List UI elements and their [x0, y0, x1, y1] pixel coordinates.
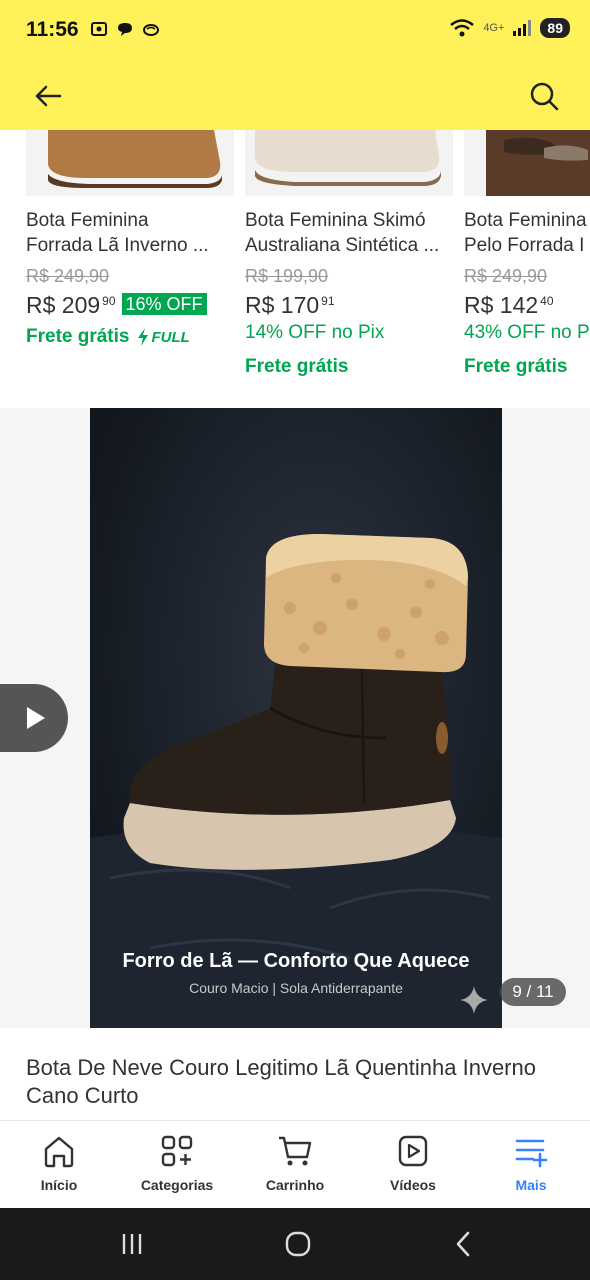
- back-nav-icon[interactable]: [448, 1228, 480, 1260]
- old-price: R$ 249,90: [26, 266, 110, 286]
- video-caption-subtitle: Couro Macio | Sola Antiderrapante: [189, 980, 403, 996]
- nav-cart[interactable]: Carrinho: [236, 1121, 354, 1208]
- full-badge: FULL: [137, 328, 190, 346]
- status-bar: 11:56 4G+ 89: [0, 0, 590, 62]
- categories-icon: [161, 1135, 193, 1167]
- nav-categories[interactable]: Categorias: [118, 1121, 236, 1208]
- status-right: 4G+ 89: [449, 18, 570, 38]
- system-navigation-bar: [0, 1208, 590, 1280]
- lightning-icon: [138, 328, 149, 346]
- recent-apps-icon[interactable]: [116, 1228, 148, 1260]
- product-video[interactable]: Forro de Lã — Conforto Que Aquece Couro …: [90, 408, 502, 1028]
- free-shipping: Frete grátis: [245, 356, 349, 377]
- sparkle-icon: [460, 986, 488, 1014]
- nav-home[interactable]: Início: [0, 1121, 118, 1208]
- old-price: R$ 249,90: [464, 266, 548, 286]
- price: R$ 142 40: [464, 292, 554, 318]
- search-icon: [530, 82, 559, 111]
- product-image: [245, 130, 453, 196]
- product-image: [26, 130, 234, 196]
- product-card[interactable]: Bota Feminina Forrada Lã Inverno ... R$ …: [26, 130, 236, 408]
- price: R$ 209 90 16% OFF: [26, 292, 207, 319]
- product-title: Bota Feminina Skimó Australiana Sintétic…: [245, 210, 440, 256]
- price: R$ 170 91: [245, 292, 335, 318]
- related-products-carousel[interactable]: Bota Feminina Forrada Lã Inverno ... R$ …: [0, 130, 590, 408]
- pix-discount: 43% OFF no P: [464, 322, 590, 343]
- cart-icon: [279, 1136, 312, 1166]
- nav-more[interactable]: Mais: [472, 1121, 590, 1208]
- home-button-icon[interactable]: [282, 1228, 314, 1260]
- chat-icon: [118, 23, 132, 36]
- search-button[interactable]: [524, 76, 564, 116]
- product-title: Bota Feminina Pelo Forrada I: [464, 210, 587, 256]
- more-icon: [515, 1139, 548, 1168]
- app-notification-icon: [143, 24, 159, 36]
- product-media-gallery[interactable]: Forro de Lã — Conforto Que Aquece Couro …: [0, 408, 590, 1028]
- home-icon: [44, 1136, 74, 1168]
- status-time: 11:56: [26, 18, 79, 41]
- network-label: 4G+: [483, 22, 505, 34]
- screenshot-icon: [91, 22, 107, 36]
- media-counter: 9 / 11: [500, 978, 566, 1006]
- bottom-navigation: Início Categorias Carrinho Vídeos Mais: [0, 1120, 590, 1208]
- product-title: Bota Feminina Forrada Lã Inverno ...: [26, 210, 209, 256]
- signal-icon: [513, 20, 532, 36]
- play-icon: [27, 707, 45, 729]
- video-caption-title: Forro de Lã — Conforto Que Aquece: [122, 950, 470, 972]
- boot-image: [90, 534, 502, 1028]
- play-button[interactable]: [0, 684, 68, 752]
- free-shipping: Frete grátis FULL: [26, 326, 190, 347]
- status-notification-icons: [90, 20, 160, 38]
- top-header: [0, 62, 590, 130]
- wifi-icon: [450, 19, 475, 37]
- product-image: [464, 130, 590, 196]
- old-price: R$ 199,90: [245, 266, 329, 286]
- battery-indicator: 89: [540, 18, 570, 38]
- discount-badge: 16% OFF: [121, 293, 207, 315]
- nav-videos[interactable]: Vídeos: [354, 1121, 472, 1208]
- pix-discount: 14% OFF no Pix: [245, 322, 385, 343]
- product-main-title: Bota De Neve Couro Legitimo Lã Quentinha…: [26, 1055, 536, 1108]
- product-card[interactable]: Bota Feminina Skimó Australiana Sintétic…: [245, 130, 455, 408]
- video-icon: [398, 1135, 428, 1167]
- back-button[interactable]: [28, 76, 68, 116]
- product-card[interactable]: Bota Feminina Pelo Forrada I R$ 249,90 R…: [464, 130, 590, 408]
- free-shipping: Frete grátis: [464, 356, 568, 377]
- back-arrow-icon: [35, 85, 62, 107]
